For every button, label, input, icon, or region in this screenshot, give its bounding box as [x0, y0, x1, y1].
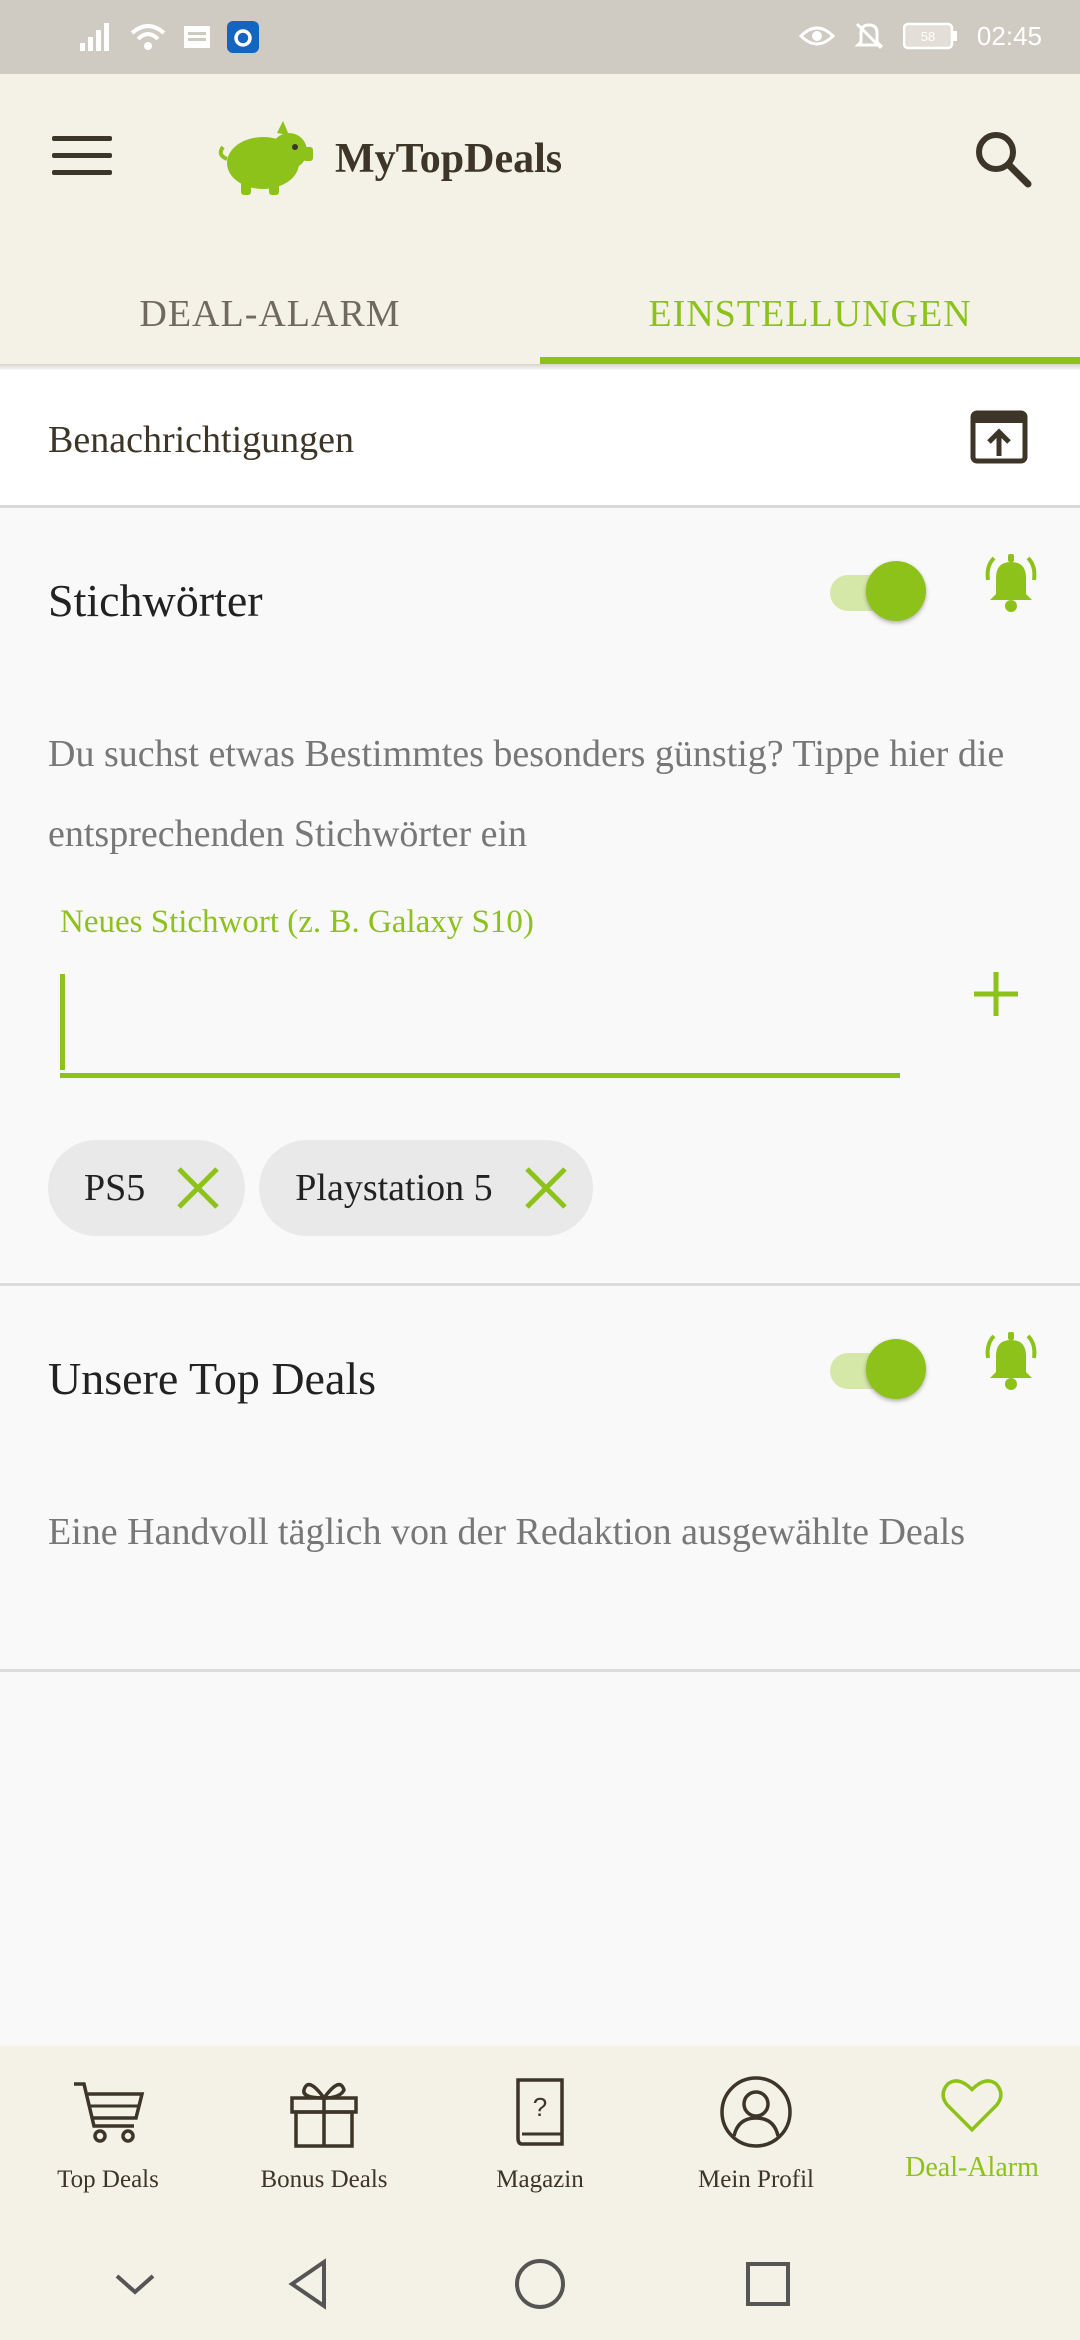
keyword-chip: PS5 — [48, 1140, 246, 1236]
nav-label: Mein Profil — [698, 2166, 814, 2193]
status-time: 02:45 — [976, 20, 1042, 51]
bottom-nav: Top Deals Bonus Deals ? Magazin Mein Pro… — [0, 2046, 1080, 2236]
home-icon[interactable] — [510, 2254, 570, 2314]
keywords-section: Stichwörter Du suchst etwas Bestimmtes b… — [0, 508, 1080, 1286]
top-deals-section: Unsere Top Deals Eine Handvoll täglich v… — [0, 1286, 1080, 1672]
top-deals-toggle[interactable] — [830, 1336, 926, 1400]
keyword-chip: Playstation 5 — [259, 1140, 593, 1236]
keyword-input-label: Neues Stichwort (z. B. Galaxy S10) — [60, 904, 534, 940]
add-keyword-icon[interactable] — [970, 968, 1022, 1020]
notifications-label: Benachrichtigungen — [48, 419, 355, 461]
top-deals-bell-icon — [985, 1332, 1037, 1390]
open-settings-icon[interactable] — [970, 410, 1028, 464]
bell-off-icon — [854, 22, 884, 50]
notifications-row[interactable]: Benachrichtigungen — [0, 370, 1080, 508]
top-deals-description: Eine Handvoll täglich von der Redaktion … — [48, 1511, 966, 1553]
brand-logo[interactable]: MyTopDeals — [215, 119, 562, 199]
status-bar: 58 02:45 — [0, 0, 1080, 74]
profile-icon — [720, 2076, 792, 2148]
system-nav-bar — [0, 2236, 1080, 2340]
battery-icon: 58 — [902, 22, 957, 50]
heart-icon — [941, 2079, 1003, 2133]
nav-magazin[interactable]: ? Magazin — [432, 2046, 648, 2236]
chevron-down-icon[interactable] — [105, 2254, 165, 2314]
keywords-description: Du suchst etwas Bestimmtes besonders gün… — [48, 733, 1005, 855]
gift-icon — [290, 2082, 358, 2148]
eye-icon — [798, 26, 835, 46]
keyword-chips: PS5 Playstation 5 — [48, 1140, 593, 1236]
back-icon[interactable] — [280, 2254, 340, 2314]
keyword-input[interactable] — [74, 988, 874, 1058]
search-icon[interactable] — [970, 126, 1036, 192]
top-deals-title: Unsere Top Deals — [48, 1353, 377, 1404]
chip-label: Playstation 5 — [295, 1167, 493, 1209]
nav-label: Magazin — [496, 2166, 584, 2193]
keywords-bell-icon — [985, 554, 1037, 612]
app-bar: MyTopDeals DEAL-ALARM EINSTELLUNGEN — [0, 74, 1080, 364]
cart-icon — [74, 2082, 145, 2143]
tab-einstellungen[interactable]: EINSTELLUNGEN — [540, 274, 1080, 364]
recents-icon[interactable] — [738, 2254, 798, 2314]
piggy-logo-icon — [218, 121, 313, 195]
keywords-title: Stichwörter — [48, 575, 263, 626]
keyword-input-wrapper — [60, 968, 900, 1078]
remove-chip-icon[interactable] — [523, 1165, 569, 1211]
nav-mein-profil[interactable]: Mein Profil — [648, 2046, 864, 2236]
svg-text:58: 58 — [921, 29, 935, 44]
svg-text:?: ? — [533, 2092, 547, 2122]
nav-label: Top Deals — [57, 2166, 159, 2193]
signal-icon — [80, 23, 109, 51]
nav-label: Bonus Deals — [260, 2166, 388, 2193]
app-icon — [227, 21, 259, 53]
message-icon — [184, 26, 210, 48]
tab-deal-alarm[interactable]: DEAL-ALARM — [0, 274, 540, 364]
tab-bar: DEAL-ALARM EINSTELLUNGEN — [0, 274, 1080, 364]
keywords-toggle[interactable] — [830, 558, 926, 622]
nav-label: Deal-Alarm — [905, 2152, 1039, 2183]
menu-icon[interactable] — [52, 136, 112, 186]
chip-label: PS5 — [84, 1167, 146, 1209]
nav-bonus-deals[interactable]: Bonus Deals — [216, 2046, 432, 2236]
remove-chip-icon[interactable] — [175, 1165, 221, 1211]
nav-deal-alarm[interactable]: Deal-Alarm — [864, 2046, 1080, 2236]
book-icon: ? — [516, 2078, 564, 2146]
wifi-icon — [130, 24, 166, 50]
brand-name: MyTopDeals — [335, 136, 563, 182]
nav-top-deals[interactable]: Top Deals — [0, 2046, 216, 2236]
